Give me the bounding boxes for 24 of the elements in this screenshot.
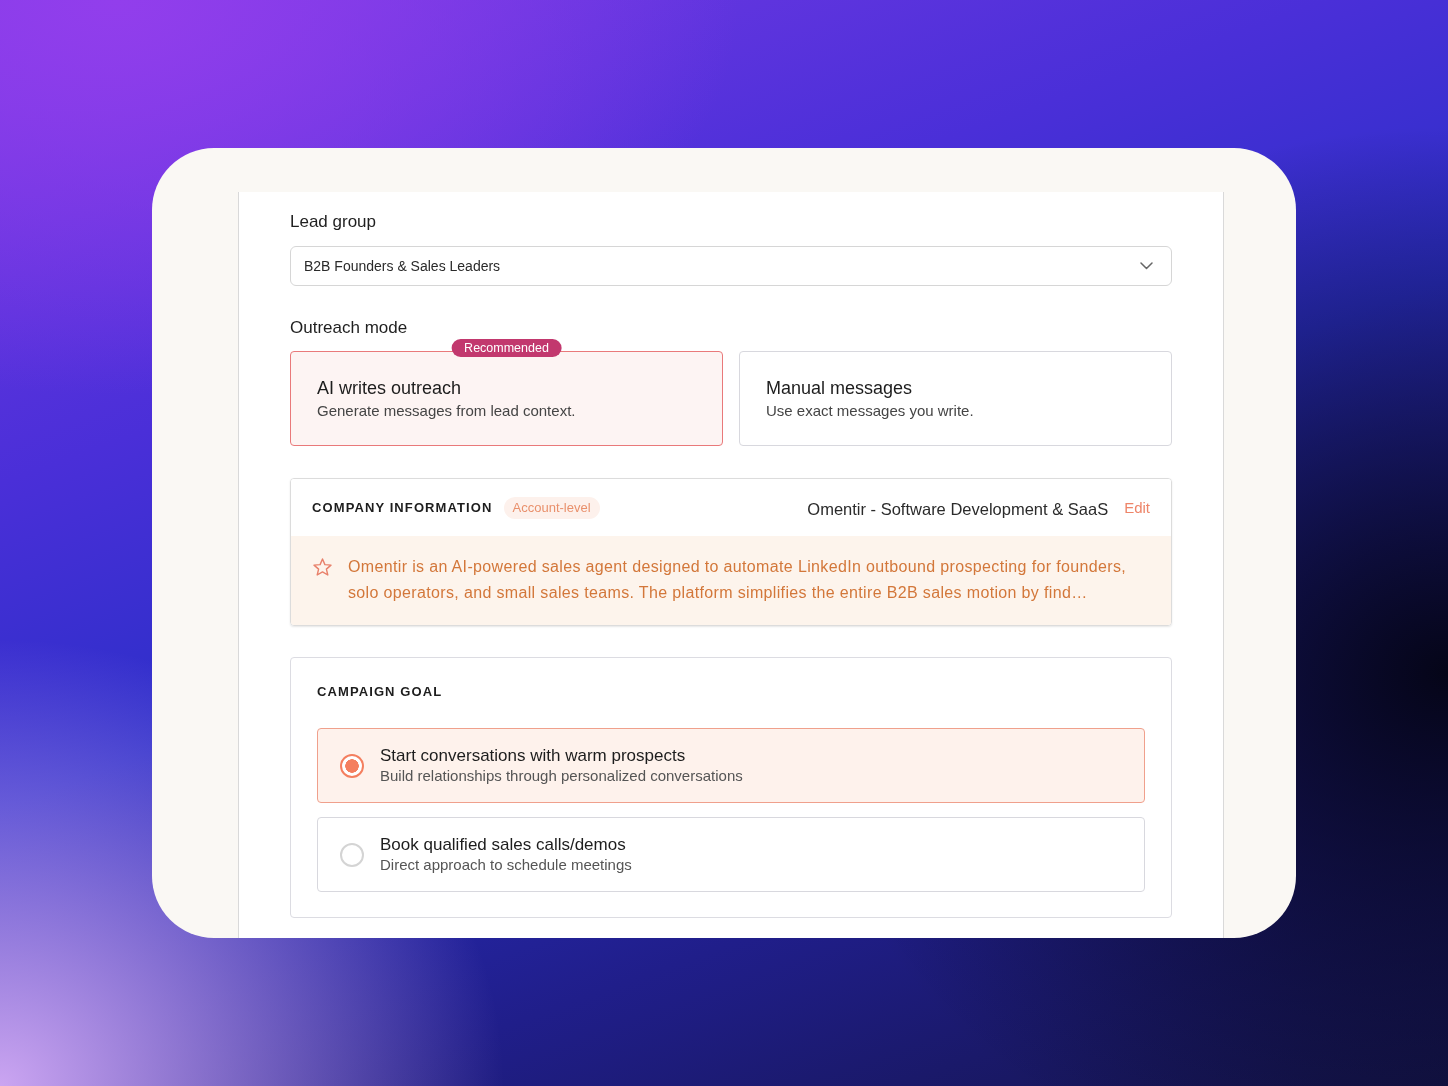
- section-heading: CAMPAIGN GOAL: [317, 683, 443, 701]
- option-description: Generate messages from lead context.: [317, 400, 576, 421]
- option-description: Use exact messages you write.: [766, 400, 974, 421]
- option-title: AI writes outreach: [317, 376, 462, 399]
- field-label: Lead group: [290, 211, 377, 233]
- option-title: Manual messages: [766, 376, 913, 399]
- lead-group-select[interactable]: B2B Founders & Sales Leaders: [290, 246, 1172, 286]
- section-heading: COMPANY INFORMATION: [312, 498, 493, 517]
- company-summary: Omentir is an AI-powered sales agent designed to automate LinkedIn outbound prospecting for founders, solo operators, and small sales teams. The platform simplifies the entire B2B sales motion by find…: [348, 557, 1128, 603]
- option-badge: Recommended: [451, 339, 562, 357]
- goal-option[interactable]: Book qualified sales calls/demos Direct approach to schedule meetings: [317, 817, 1145, 892]
- radio-button[interactable]: [340, 842, 364, 867]
- field-label: Outreach mode: [290, 317, 408, 339]
- option-description: Direct approach to schedule meetings: [380, 855, 632, 875]
- outreach-option-card[interactable]: Manual messages Use exact messages you write.: [739, 351, 1172, 446]
- goal-option[interactable]: Start conversations with warm prospects Build relationships through personalized conversations: [317, 728, 1145, 803]
- option-title: Book qualified sales calls/demos: [380, 834, 626, 855]
- star-icon: [313, 558, 332, 576]
- company-name: Omentir - Software Development & SaaS: [807, 498, 1109, 519]
- option-title: Start conversations with warm prospects: [380, 745, 686, 766]
- option-description: Build relationships through personalized conversations: [380, 766, 743, 786]
- radio-button[interactable]: [340, 753, 364, 778]
- chevron-down-icon: [1140, 262, 1153, 270]
- scope-badge: Account-level: [503, 496, 600, 519]
